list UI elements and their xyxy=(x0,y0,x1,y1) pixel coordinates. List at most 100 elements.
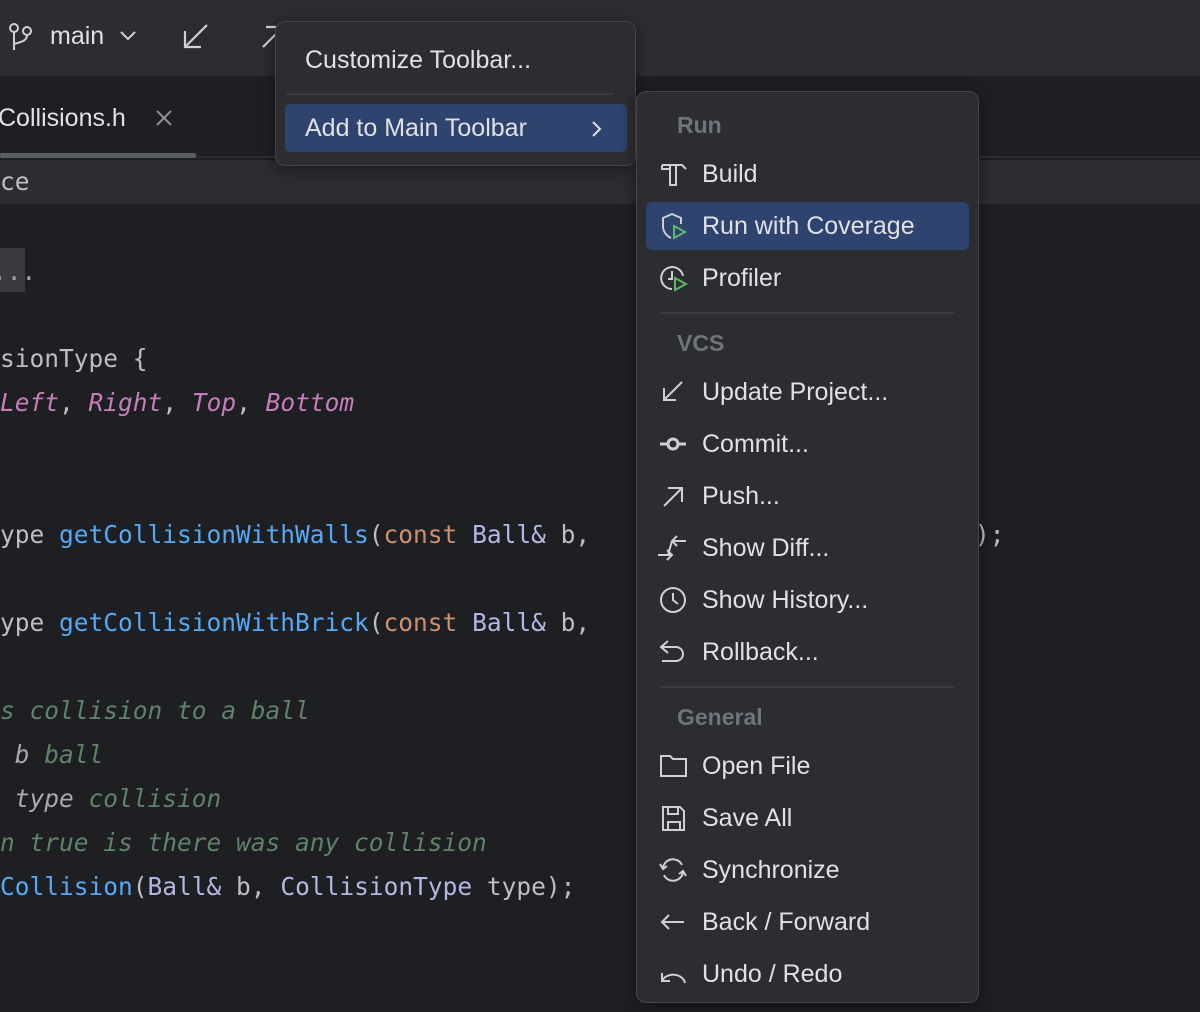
code-token: const xyxy=(383,520,473,549)
active-tab-indicator xyxy=(0,153,196,158)
breadcrumb-item[interactable]: ce xyxy=(0,160,30,204)
menu-item-label: Build xyxy=(702,160,758,188)
menu-item-label: Undo / Redo xyxy=(702,960,843,988)
code-line: type collision xyxy=(0,777,222,821)
menu-item-commit[interactable]: Commit... xyxy=(646,420,969,468)
rollback-icon xyxy=(658,637,690,667)
code-token: ball xyxy=(29,740,104,769)
coverage-icon xyxy=(658,211,690,241)
tab-label: Collisions.h xyxy=(0,104,126,132)
diff-icon xyxy=(658,533,690,563)
menu-separator xyxy=(661,686,954,688)
menu-item-update-project[interactable]: Update Project... xyxy=(646,368,969,416)
branch-name: main xyxy=(50,22,105,50)
undo-icon xyxy=(658,959,690,989)
menu-item-label: Push... xyxy=(702,482,780,510)
chevron-right-icon xyxy=(591,120,603,138)
menu-item-show-history[interactable]: Show History... xyxy=(646,576,969,624)
code-line: s collision to a ball xyxy=(0,689,310,733)
menu-item-label: Synchronize xyxy=(702,856,840,884)
hammer-icon xyxy=(658,159,690,189)
menu-item-push[interactable]: Push... xyxy=(646,472,969,520)
code-token: { xyxy=(132,344,148,373)
add-to-toolbar-submenu: Run Build Run with Coverage Profiler VCS Upda… xyxy=(636,91,979,1003)
code-token: CollisionType xyxy=(280,872,473,901)
update-icon xyxy=(658,377,690,407)
code-line: Left, Right, Top, Bottom xyxy=(0,381,354,425)
save-icon xyxy=(658,803,690,833)
code-token: ( xyxy=(368,608,384,637)
code-token: Ball& xyxy=(472,608,546,637)
close-icon[interactable] xyxy=(155,109,173,127)
code-token: getCollisionWithBrick xyxy=(59,608,369,637)
code-line: Collision(Ball& b, CollisionType type); xyxy=(0,865,575,909)
toolbar-context-menu: Customize Toolbar... Add to Main Toolbar xyxy=(275,21,636,166)
menu-item-label: Run with Coverage xyxy=(702,212,915,240)
menu-item-synchronize[interactable]: Synchronize xyxy=(646,846,969,894)
menu-item-label: Update Project... xyxy=(702,378,889,406)
menu-section-header: General xyxy=(677,704,763,730)
code-token: getCollisionWithWalls xyxy=(59,520,369,549)
menu-item-back-forward[interactable]: Back / Forward xyxy=(646,898,969,946)
history-icon xyxy=(658,585,690,615)
code-token: Ball& xyxy=(472,520,546,549)
menu-item-customize-toolbar[interactable]: Customize Toolbar... xyxy=(285,36,627,84)
menu-item-rollback[interactable]: Rollback... xyxy=(646,628,969,676)
menu-section-header: Run xyxy=(677,112,722,138)
menu-separator xyxy=(286,93,614,95)
chevron-down-icon[interactable] xyxy=(119,30,137,42)
breadcrumb: ce xyxy=(0,160,1200,204)
code-token: Left xyxy=(0,388,60,417)
code-token: b, xyxy=(221,872,281,901)
code-token: , xyxy=(236,388,266,417)
code-token: Ball& xyxy=(147,872,222,901)
menu-item-label: Back / Forward xyxy=(702,908,871,936)
code-fragment: ); xyxy=(975,520,1005,549)
menu-item-label: Save All xyxy=(702,804,793,832)
git-branch-icon xyxy=(8,22,34,52)
menu-item-label: Show Diff... xyxy=(702,534,830,562)
code-token: Top xyxy=(191,388,237,417)
code-token: type xyxy=(0,784,74,813)
menu-section-header: VCS xyxy=(677,330,725,356)
code-token: ( xyxy=(132,872,148,901)
code-line: n true is there was any collision xyxy=(0,821,487,865)
branch-selector[interactable]: main xyxy=(50,22,104,51)
code-token: , xyxy=(162,388,192,417)
code-token: Bottom xyxy=(265,388,355,417)
code-token: collision xyxy=(73,784,222,813)
menu-item-run-with-coverage[interactable]: Run with Coverage xyxy=(646,202,969,250)
code-token: ype xyxy=(0,608,60,637)
menu-item-open-file[interactable]: Open File xyxy=(646,742,969,790)
menu-item-undo-redo[interactable]: Undo / Redo xyxy=(646,950,969,998)
code-token: b, xyxy=(545,608,591,637)
sync-icon xyxy=(658,855,690,885)
menu-item-profiler[interactable]: Profiler xyxy=(646,254,969,302)
code-token: type); xyxy=(472,872,576,901)
code-token: ( xyxy=(368,520,384,549)
menu-item-build[interactable]: Build xyxy=(646,150,969,198)
code-token: const xyxy=(383,608,473,637)
menu-item-label: Rollback... xyxy=(702,638,819,666)
update-arrow-icon[interactable] xyxy=(182,22,210,50)
code-token: ype xyxy=(0,520,60,549)
code-token: b, xyxy=(545,520,591,549)
commit-icon xyxy=(658,429,690,459)
menu-item-show-diff[interactable]: Show Diff... xyxy=(646,524,969,572)
menu-item-add-to-main-toolbar[interactable]: Add to Main Toolbar xyxy=(285,104,627,152)
folder-icon xyxy=(658,751,690,781)
code-token: s collision to a ball xyxy=(0,696,310,725)
code-token: , xyxy=(59,388,89,417)
code-token: sionType xyxy=(0,344,133,373)
menu-item-label: Profiler xyxy=(702,264,782,292)
code-token: n true is there was any collision xyxy=(0,828,487,857)
code-token: Collision xyxy=(0,872,133,901)
push-icon xyxy=(658,481,690,511)
back-arrow-icon xyxy=(658,907,690,937)
menu-item-save-all[interactable]: Save All xyxy=(646,794,969,842)
code-line: ype getCollisionWithBrick(const Ball& b, xyxy=(0,601,590,645)
code-line: b ball xyxy=(0,733,104,777)
folded-code-marker[interactable]: ... xyxy=(0,248,36,292)
code-line: sionType { xyxy=(0,337,148,381)
menu-item-label: Show History... xyxy=(702,586,869,614)
